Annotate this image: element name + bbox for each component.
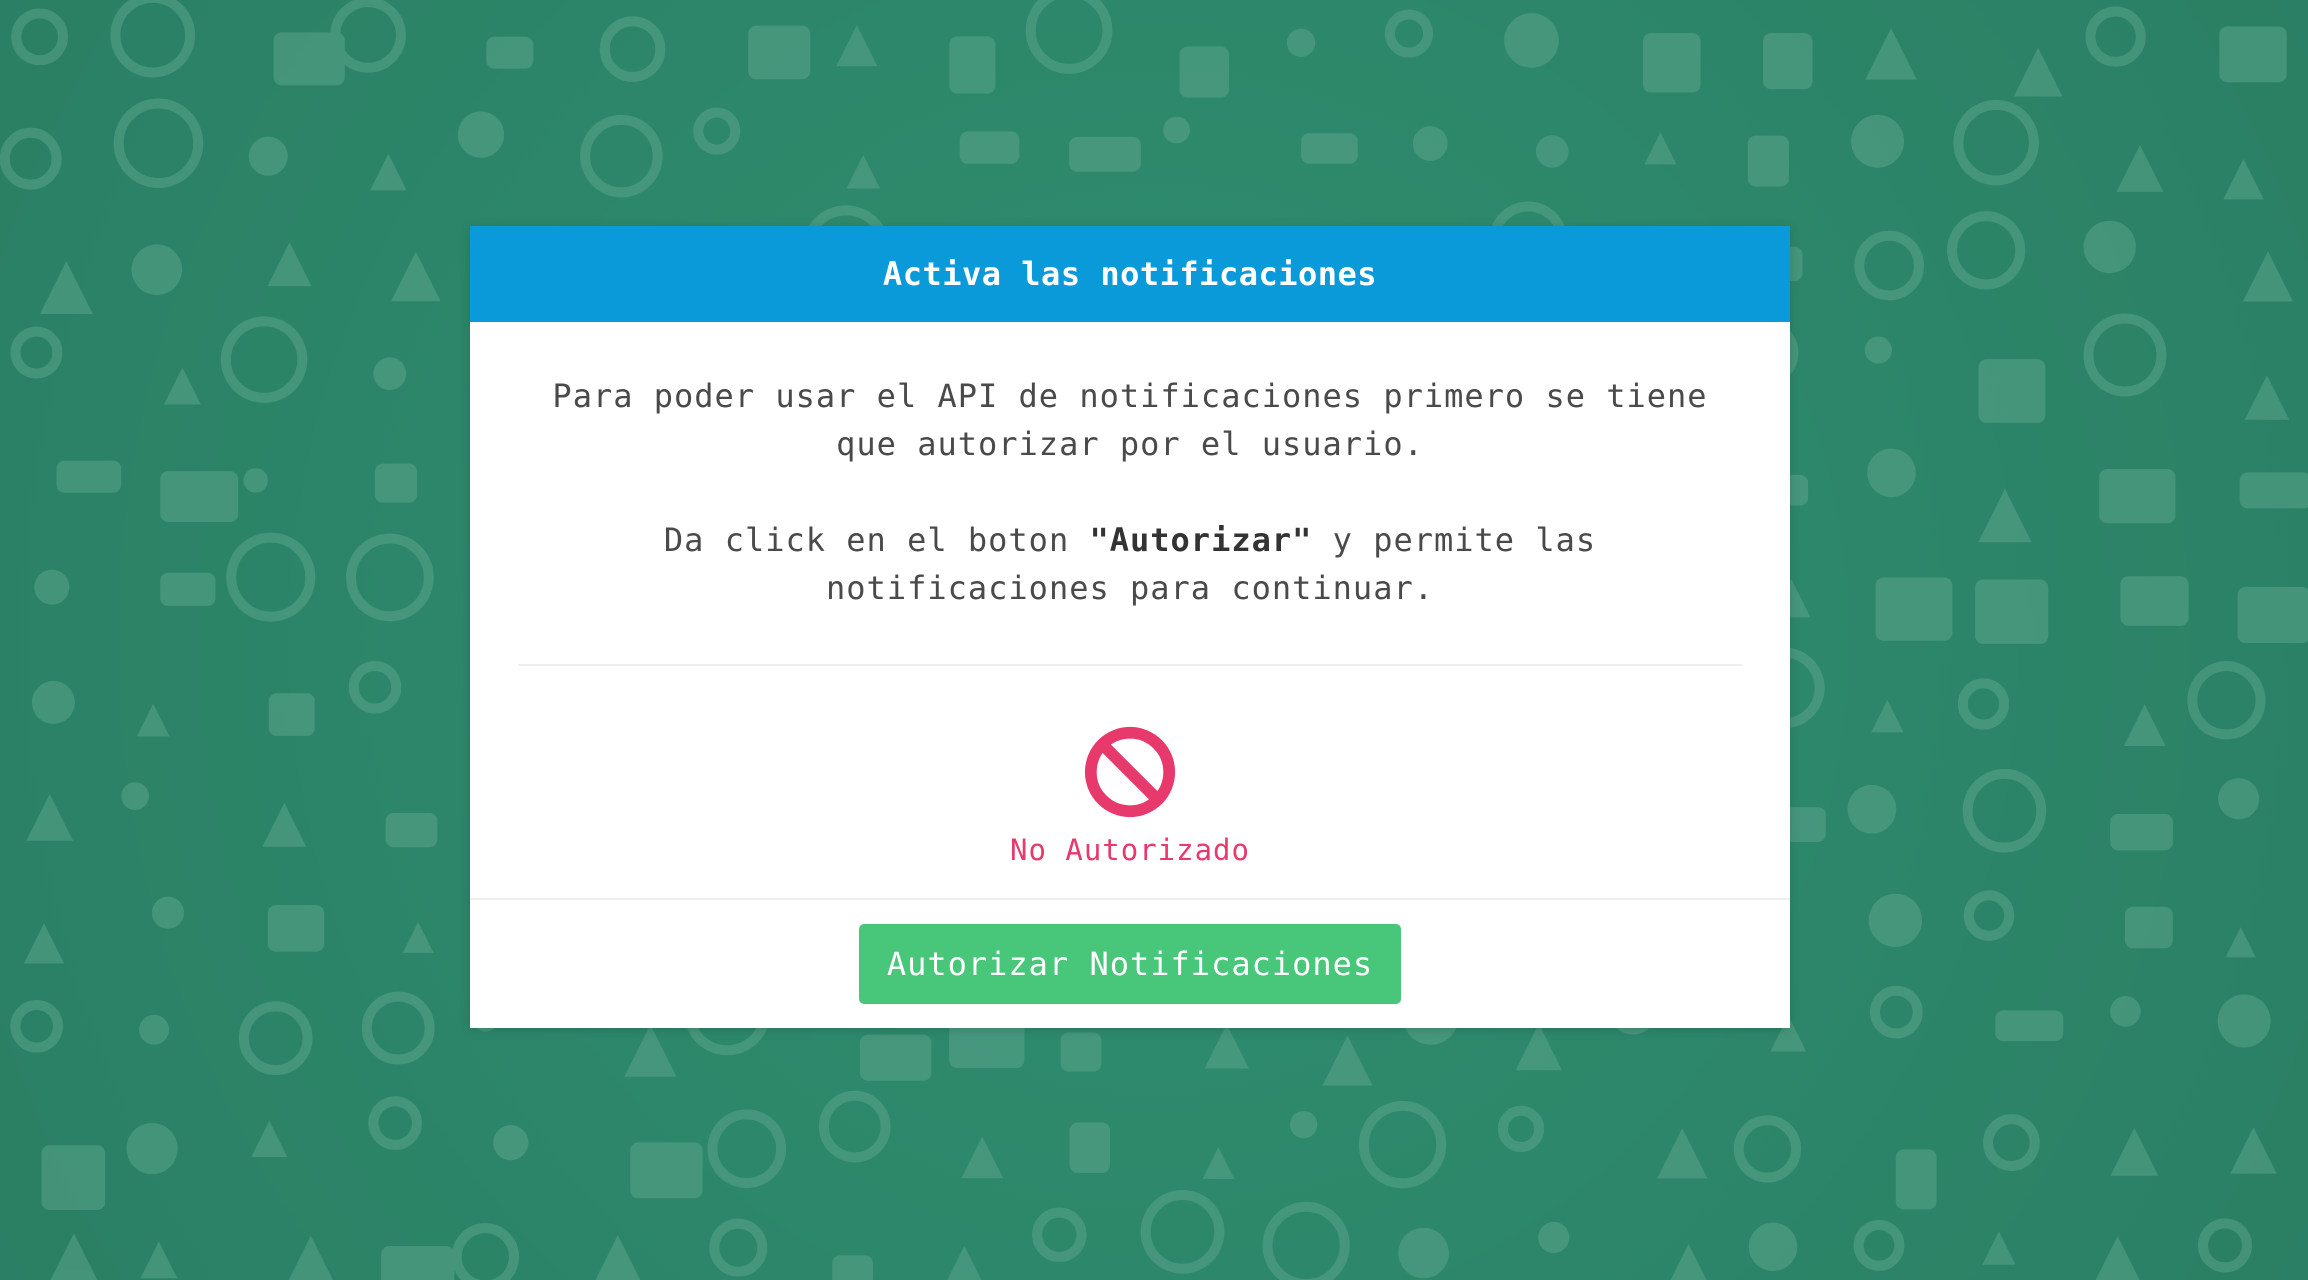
instruction-paragraph: Da click en el boton "Autorizar" y permi… xyxy=(518,516,1742,612)
authorization-status: No Autorizado xyxy=(470,666,1790,906)
modal-header: Activa las notificaciones xyxy=(470,226,1790,322)
instruction-text-before: Da click en el boton xyxy=(663,521,1090,559)
prohibited-icon xyxy=(1084,726,1176,818)
authorize-notifications-button[interactable]: Autorizar Notificaciones xyxy=(859,924,1401,1004)
modal-body: Para poder usar el API de notificaciones… xyxy=(470,322,1790,666)
status-text: No Autorizado xyxy=(1010,833,1250,867)
modal-title: Activa las notificaciones xyxy=(882,255,1378,293)
instruction-text-bold: "Autorizar" xyxy=(1089,521,1313,559)
modal-footer: Autorizar Notificaciones xyxy=(470,898,1790,1028)
notification-modal: Activa las notificaciones Para poder usa… xyxy=(470,226,1790,1028)
intro-paragraph: Para poder usar el API de notificaciones… xyxy=(552,377,1708,463)
